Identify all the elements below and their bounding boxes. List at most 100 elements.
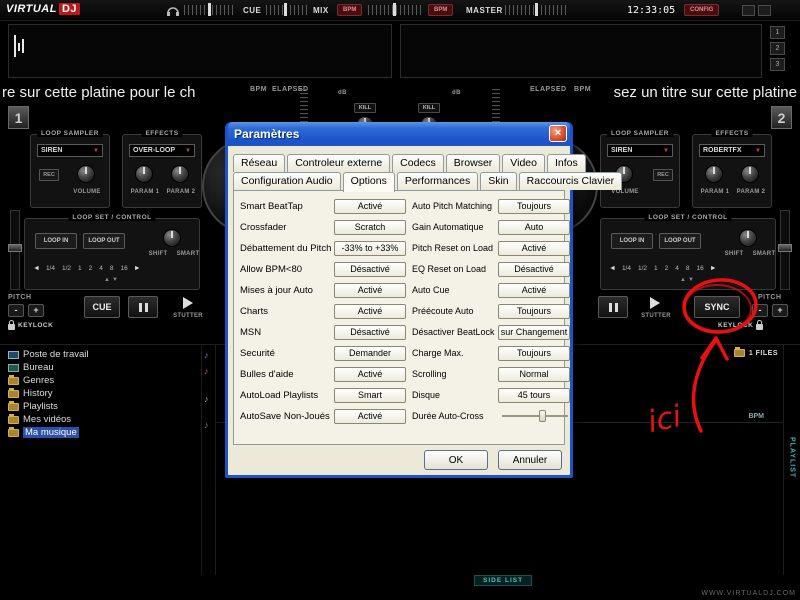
pitch-minus-button[interactable]: - <box>752 304 768 317</box>
master-volume-slider[interactable] <box>505 5 567 15</box>
tab-skin[interactable]: Skin <box>480 172 516 190</box>
arrow-left-icon[interactable]: ◄ <box>609 265 616 272</box>
keylock-toggle-right[interactable]: KEYLOCK <box>718 321 763 330</box>
pitch-thumb[interactable] <box>8 244 22 252</box>
setting-value-button[interactable]: Activé <box>334 283 406 298</box>
param2-knob[interactable] <box>741 165 759 183</box>
arrow-right-icon[interactable]: ► <box>134 265 141 272</box>
sampler-volume-knob[interactable] <box>77 165 95 183</box>
setting-value-button[interactable]: Toujours <box>498 346 570 361</box>
sampler-select[interactable]: SIREN ▼ <box>607 144 673 157</box>
autocross-slider[interactable] <box>500 409 570 423</box>
beat-preset-button[interactable]: 1 <box>770 26 785 39</box>
pitch-thumb[interactable] <box>778 244 792 252</box>
tree-item-history[interactable]: History <box>8 387 198 400</box>
tab-browser[interactable]: Browser <box>446 154 501 172</box>
note-tool-icon[interactable]: ♪ <box>204 421 209 430</box>
updown-icon[interactable]: ▲▼ <box>104 277 120 283</box>
pitch-slider-left[interactable] <box>10 210 20 290</box>
config-button[interactable]: CONFIG <box>684 4 719 16</box>
setting-value-button[interactable]: Activé <box>498 241 570 256</box>
setting-value-button[interactable]: Normal <box>498 367 570 382</box>
headphone-volume-slider[interactable] <box>184 5 236 15</box>
pitch-minus-button[interactable]: - <box>8 304 24 317</box>
close-icon[interactable]: × <box>549 125 567 142</box>
kill-button[interactable]: KILL <box>418 103 440 113</box>
loop-length-value[interactable]: 1/2 <box>62 265 71 272</box>
loop-out-button[interactable]: LOOP OUT <box>659 233 701 249</box>
tree-item-poste-de-travail[interactable]: Poste de travail <box>8 348 198 361</box>
bpm-button-right[interactable]: BPM <box>428 4 453 16</box>
loop-out-button[interactable]: LOOP OUT <box>83 233 125 249</box>
setting-value-button[interactable]: Demander <box>334 346 406 361</box>
note-tool-icon[interactable]: ♪ <box>204 367 209 376</box>
note-tool-icon[interactable]: ♪ <box>204 351 209 360</box>
tree-item-ma-musique-selected[interactable]: Ma musique <box>8 426 198 439</box>
loop-length-value[interactable]: 8 <box>110 265 114 272</box>
cue-mix-slider[interactable] <box>266 5 308 15</box>
arrow-left-icon[interactable]: ◄ <box>33 265 40 272</box>
loop-length-value[interactable]: 8 <box>686 265 690 272</box>
tab-controleur-externe[interactable]: Controleur externe <box>287 154 390 172</box>
slider-thumb[interactable] <box>284 3 287 16</box>
autocross-slider-thumb[interactable] <box>539 410 546 422</box>
tab-performances[interactable]: Performances <box>397 172 478 190</box>
crossfader-slider[interactable] <box>368 5 422 15</box>
tab-infos[interactable]: Infos <box>547 154 586 172</box>
setting-value-button[interactable]: Activé <box>334 304 406 319</box>
tab-video[interactable]: Video <box>502 154 545 172</box>
beat-preset-button[interactable]: 3 <box>770 58 785 71</box>
setting-value-button[interactable]: -33% to +33% <box>334 241 406 256</box>
loop-length-value[interactable]: 16 <box>697 265 704 272</box>
pitch-plus-button[interactable]: + <box>28 304 44 317</box>
tab-codecs[interactable]: Codecs <box>392 154 444 172</box>
param1-knob[interactable] <box>135 165 153 183</box>
tab-raccourcis-clavier[interactable]: Raccourcis Clavier <box>519 172 623 190</box>
param1-knob[interactable] <box>705 165 723 183</box>
param2-knob[interactable] <box>171 165 189 183</box>
smart-label[interactable]: SMART <box>175 251 201 257</box>
tab-reseau[interactable]: Réseau <box>233 154 285 172</box>
bpm-button-left[interactable]: BPM <box>337 4 362 16</box>
stutter-play-button-right[interactable] <box>642 294 668 312</box>
slider-thumb[interactable] <box>535 3 538 16</box>
pause-button-right[interactable] <box>598 296 628 318</box>
smart-label[interactable]: SMART <box>751 251 777 257</box>
setting-value-button[interactable]: Smart <box>334 388 406 403</box>
loop-in-button[interactable]: LOOP IN <box>35 233 77 249</box>
tab-options-active[interactable]: Options <box>343 172 395 192</box>
setting-value-button[interactable]: 45 tours <box>498 388 570 403</box>
pitch-plus-button[interactable]: + <box>772 304 788 317</box>
window-button-2[interactable] <box>758 5 771 16</box>
loop-length-value[interactable]: 16 <box>121 265 128 272</box>
tab-configuration-audio[interactable]: Configuration Audio <box>233 172 341 190</box>
tree-item-playlists[interactable]: Playlists <box>8 400 198 413</box>
effect-select[interactable]: ROBERTFX ▼ <box>699 144 765 157</box>
sampler-select[interactable]: SIREN ▼ <box>37 144 103 157</box>
loop-length-value[interactable]: 1/4 <box>622 265 631 272</box>
setting-value-button[interactable]: Activé <box>334 409 406 424</box>
shift-label[interactable]: SHIFT <box>145 251 171 257</box>
stutter-play-button-left[interactable] <box>175 294 201 312</box>
setting-value-button[interactable]: Désactivé <box>334 325 406 340</box>
loop-length-value[interactable]: 2 <box>665 265 669 272</box>
setting-value-button[interactable]: Activé <box>498 283 570 298</box>
rec-button[interactable]: REC <box>653 169 673 181</box>
loop-knob[interactable] <box>739 229 757 247</box>
loop-length-value[interactable]: 4 <box>675 265 679 272</box>
updown-icon[interactable]: ▲▼ <box>680 277 696 283</box>
window-button-1[interactable] <box>742 5 755 16</box>
sync-button[interactable]: SYNC <box>694 296 740 318</box>
slider-thumb[interactable] <box>208 3 211 16</box>
note-tool-icon[interactable]: ♪ <box>204 395 209 404</box>
setting-value-button[interactable]: Activé <box>334 199 406 214</box>
effect-select[interactable]: OVER-LOOP ▼ <box>129 144 195 157</box>
setting-value-button[interactable]: Désactivé <box>334 262 406 277</box>
setting-value-button[interactable]: Toujours <box>498 199 570 214</box>
dialog-titlebar[interactable]: Paramètres × <box>228 122 570 146</box>
loop-in-button[interactable]: LOOP IN <box>611 233 653 249</box>
setting-value-button[interactable]: Auto <box>498 220 570 235</box>
cancel-button[interactable]: Annuler <box>498 450 562 470</box>
arrow-right-icon[interactable]: ► <box>710 265 717 272</box>
setting-value-button[interactable]: sur Changement <box>498 325 570 340</box>
